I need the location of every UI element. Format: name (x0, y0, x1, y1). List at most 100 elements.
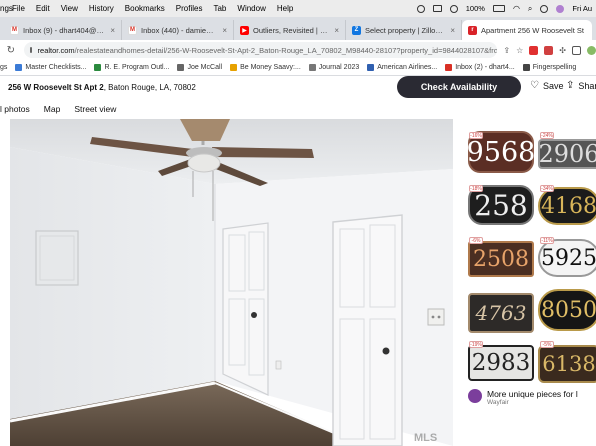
discount-badge: -16% (469, 132, 483, 139)
menu-view[interactable]: View (61, 4, 78, 13)
discount-badge: -11% (540, 237, 554, 244)
check-availability-button[interactable]: Check Availability (397, 76, 521, 98)
discount-badge: -5% (540, 341, 554, 348)
toolbar-icons: ⇪ ☆ ✣ (503, 45, 596, 55)
bookmark-label: Fingerspelling (532, 64, 577, 71)
bookmark-re-program[interactable]: R. E. Program Outl... (94, 64, 169, 71)
discount-badge: -24% (540, 132, 554, 139)
close-icon[interactable]: × (110, 26, 115, 35)
share-icon: ⇪ (566, 80, 575, 91)
bookmark-be-money-saavy[interactable]: Be Money Saavy:... (230, 64, 301, 71)
bookmark-label: Joe McCall (187, 64, 223, 71)
menu-history[interactable]: History (89, 4, 114, 13)
menu-bookmarks[interactable]: Bookmarks (125, 4, 165, 13)
bookmark-apps[interactable]: gs (0, 64, 7, 71)
extension-youtube-icon[interactable] (529, 45, 539, 55)
ad-plaque-8050[interactable]: 8050 (538, 289, 596, 331)
youtube-icon: ▶ (240, 25, 249, 35)
menu-help[interactable]: Help (277, 4, 293, 13)
sidebar-icon[interactable] (572, 45, 581, 55)
tab-realtor-apartment[interactable]: r Apartment 256 W Roosevelt St (462, 20, 592, 40)
ad-advertiser: Wayfair (487, 399, 509, 406)
clock-icon[interactable] (416, 4, 425, 13)
siri-icon[interactable] (556, 4, 565, 13)
display-icon[interactable] (432, 5, 442, 12)
close-icon[interactable]: × (222, 26, 227, 35)
bookmark-inbox-dhart[interactable]: Inbox (2) - dhart4... (445, 64, 515, 71)
tab-all-photos[interactable]: l photos (0, 104, 30, 114)
tab-map[interactable]: Map (44, 104, 61, 114)
browser-toolbar: ↻ realtor.com/realestateandhomes-detail/… (0, 40, 596, 60)
bookmark-joe-mccall[interactable]: Joe McCall (177, 64, 222, 71)
menubar-clock: Fri Au (572, 4, 592, 13)
gmail-icon (445, 64, 453, 71)
menu-tab[interactable]: Tab (213, 4, 226, 13)
listing-header: 256 W Roosevelt St Apt 2, Baton Rouge, L… (0, 76, 596, 98)
ad-headline[interactable]: More unique pieces for l (487, 389, 578, 399)
bookmark-favicon-icon (308, 64, 316, 71)
close-icon[interactable]: × (450, 26, 455, 35)
realtor-icon: r (468, 25, 477, 35)
bookmark-label: Master Checklists... (25, 64, 87, 71)
mls-watermark: MLS (414, 432, 438, 444)
bookmark-favicon-icon (522, 64, 530, 71)
share-page-icon[interactable]: ⇪ (503, 46, 510, 55)
battery-icon[interactable] (492, 5, 505, 12)
bookmark-favicon-icon (367, 64, 375, 71)
ad-footer[interactable]: More unique pieces for l Wayfair (468, 389, 578, 406)
wifi-icon[interactable]: ◠ (513, 4, 520, 13)
tab-label: Outliers, Revisited | Revisionis (253, 25, 330, 35)
ad-plaque-2906[interactable]: 2906 (538, 139, 596, 169)
address-bar[interactable]: realtor.com/realestateandhomes-detail/25… (23, 42, 498, 58)
plaque-number: 5925 (541, 245, 596, 271)
save-button[interactable]: ♡ Save (530, 80, 563, 91)
bookmark-journal-2023[interactable]: Journal 2023 (308, 64, 359, 71)
menu-profiles[interactable]: Profiles (176, 4, 203, 13)
close-icon[interactable]: × (334, 26, 339, 35)
listing-street: 256 W Roosevelt St Apt 2 (8, 82, 104, 92)
plaque-number: 6138 (542, 352, 596, 376)
menu-edit[interactable]: Edit (36, 4, 50, 13)
plaque-number: 2983 (471, 350, 531, 376)
ad-plaque-5925[interactable]: 5925 (538, 239, 596, 277)
ad-plaque-4168[interactable]: 4168 (538, 187, 596, 225)
lock-icon[interactable] (29, 47, 32, 53)
reload-icon[interactable]: ↻ (4, 45, 18, 56)
discount-badge: -34% (540, 185, 554, 192)
bookmark-label: R. E. Program Outl... (104, 64, 170, 71)
menu-window[interactable]: Window (237, 4, 265, 13)
tab-gmail-inbox-440[interactable]: M Inbox (440) - damien@irismgr × (122, 20, 234, 40)
discount-badge: -18% (469, 185, 483, 192)
ad-plaque-2983[interactable]: 2983 (468, 345, 534, 381)
ad-plaque-6138[interactable]: 6138 (538, 345, 596, 383)
menubar-app-edge[interactable]: ngs (0, 4, 13, 13)
url-path: /realestateandhomes-detail/256-W-Rooseve… (74, 45, 498, 55)
bookmark-label: Be Money Saavy:... (240, 64, 301, 71)
tab-zillow-select-property[interactable]: Z Select property | Zillow Rental × (346, 20, 462, 40)
tab-gmail-inbox-9[interactable]: M Inbox (9) - dhart404@gmail.co × (4, 20, 122, 40)
search-icon[interactable]: ⌕ (528, 4, 532, 14)
bookmark-star-icon[interactable]: ☆ (516, 46, 523, 55)
tab-youtube-outliers[interactable]: ▶ Outliers, Revisited | Revisionis × (234, 20, 346, 40)
save-label: Save (542, 80, 564, 91)
bookmark-label: American Airlines... (377, 64, 438, 71)
extension-red-icon[interactable] (544, 45, 554, 55)
control-center-icon[interactable] (540, 4, 549, 13)
ad-plaque-2508[interactable]: 2508 (468, 241, 534, 277)
wayfair-logo-icon (468, 389, 482, 403)
bookmark-american-airlines[interactable]: American Airlines... (367, 64, 437, 71)
tab-street-view[interactable]: Street view (74, 104, 116, 114)
profile-avatar-icon[interactable] (587, 45, 596, 55)
listing-photo[interactable]: MLS (10, 119, 453, 446)
listing-city: , Baton Rouge, LA, 70802 (103, 82, 196, 92)
play-icon[interactable] (449, 4, 458, 13)
wayfair-ad-panel[interactable]: 9568 -16% 2906 -24% 258 -18% 4168 -34% 2… (463, 119, 596, 446)
ad-plaque-4763[interactable]: 4763 (468, 293, 534, 333)
bookmark-favicon-icon (94, 64, 102, 71)
extensions-puzzle-icon[interactable]: ✣ (559, 46, 566, 55)
share-button[interactable]: ⇪ Share (566, 80, 596, 91)
menu-file[interactable]: File (12, 4, 25, 13)
bookmark-fingerspelling[interactable]: Fingerspelling (522, 64, 577, 71)
plaque-number: 4763 (475, 301, 527, 325)
bookmark-master-checklists[interactable]: Master Checklists... (15, 64, 86, 71)
